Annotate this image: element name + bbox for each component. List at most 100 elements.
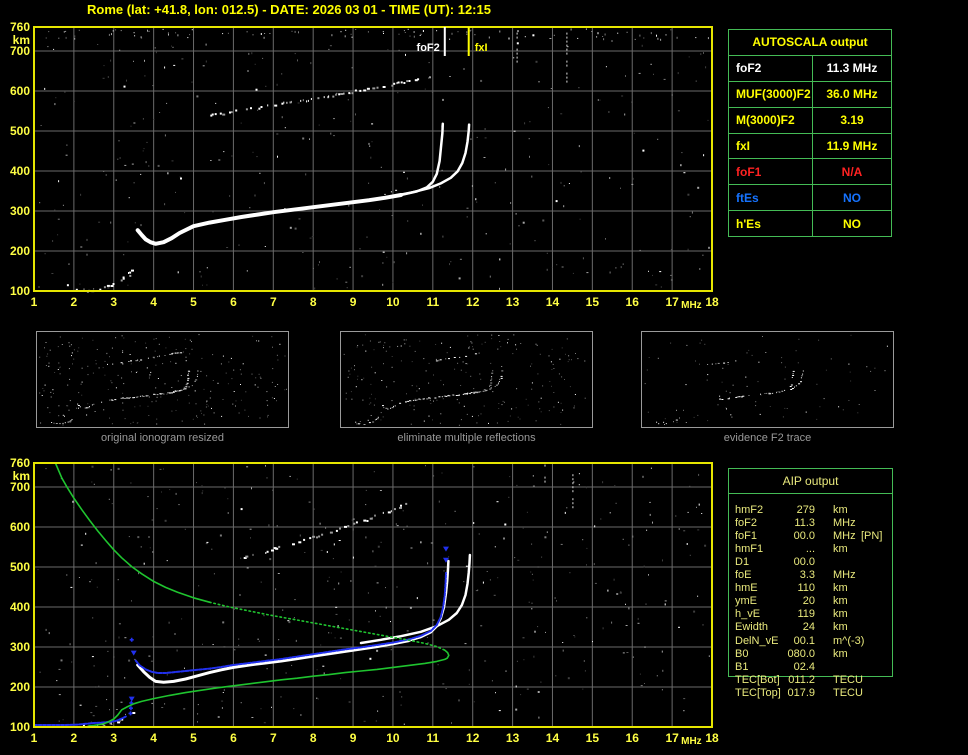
aip-unit: m^(-3) [833,634,865,647]
svg-text:200: 200 [10,244,30,258]
aip-row-fof2: foF2 11.3 MHz [729,517,892,530]
autoscala-row-fof2: foF2 11.3 MHz [729,56,891,81]
svg-text:6: 6 [230,295,237,309]
autoscala-row-hes: h'Es NO [729,210,891,237]
svg-text:3: 3 [110,295,117,309]
station-title: Rome (lat: +41.8, lon: 012.5) - DATE: 20… [87,2,491,17]
svg-text:9: 9 [350,295,357,309]
aip-row-tecbot: TEC[Bot] 011.2 TECU [729,674,892,687]
aip-unit: km [833,503,848,516]
svg-text:13: 13 [506,295,520,309]
thumbnail-2 [340,331,593,428]
thumbnail-label: evidence F2 trace [723,432,812,444]
autoscala-row-value: NO [843,190,861,205]
aip-label: ymE [735,595,757,608]
autoscala-table-header: AUTOSCALA output [729,30,891,56]
aip-label: foE [735,569,752,581]
aip-unit: TECU [833,673,863,686]
svg-text:2: 2 [71,295,78,309]
aip-label: h_vE [735,608,761,621]
aip-value: 20 [802,595,815,608]
grid [34,463,712,727]
autoscala-row-value: 3.19 [840,113,864,128]
aip-value: 00.0 [793,555,815,568]
svg-text:500: 500 [10,560,30,574]
svg-text:10: 10 [386,295,400,309]
thumbnail-label: original ionogram resized [101,432,224,444]
aip-label: foF2 [735,516,758,529]
thumbnail-image [644,334,888,425]
svg-text:12: 12 [466,295,480,309]
autoscala-row-value: NO [843,216,861,231]
autoscala-row-label: M(3000)F2 [729,107,813,133]
svg-text:5: 5 [190,295,197,309]
trace-multiple [210,76,431,117]
aip-row-fof1: foF1 00.0 MHz [PN] [729,530,892,543]
autoscala-row-label: fxI [729,133,813,159]
aip-unit: km [833,608,848,621]
aip-unit: km [833,595,848,608]
aip-unit: km [833,582,848,595]
axis-labels: 1 2 3 4 5 6 7 8 9 10 11 12 13 14 15 16 17 18MHz1002003004… [10,456,719,747]
aip-label: D1 [735,555,750,568]
autoscala-row-value: 11.9 MHz [826,139,878,153]
svg-text:7: 7 [270,731,277,745]
svg-text:18: 18 [705,295,719,309]
svg-text:100: 100 [10,284,30,298]
svg-text:200: 200 [10,680,30,694]
aip-note: [PN] [861,529,883,542]
aip-unit: TECU [833,686,863,699]
aip-value: 017.9 [787,686,815,699]
svg-text:300: 300 [10,204,30,218]
aip-row-b0: B0 080.0 km [729,648,892,661]
svg-text:16: 16 [626,295,640,309]
x-axis-unit: MHz [681,300,702,311]
trace-x [359,553,472,645]
aip-table-header: AIP output [729,469,892,494]
svg-text:foF2: foF2 [417,42,440,54]
ionogram-plot-bottom: 1 2 3 4 5 6 7 8 9 10 11 12 13 14 15 16 17 18MHz1002003004… [10,456,719,747]
svg-text:10: 10 [386,731,400,745]
svg-text:600: 600 [10,520,30,534]
aip-value: 00.1 [793,634,815,647]
autoscala-row-value: 11.3 MHz [826,61,878,76]
svg-text:8: 8 [310,295,317,309]
autoscala-window: Rome (lat: +41.8, lon: 012.5) - DATE: 20… [0,0,968,755]
aip-value: 110 [797,582,815,595]
svg-text:100: 100 [10,720,30,734]
trace-profile_top_dotted [208,601,446,651]
svg-text:15: 15 [586,731,600,745]
svg-text:9: 9 [350,731,357,745]
svg-text:760: 760 [10,456,30,470]
autoscala-table-rows: foF2 11.3 MHz MUF(3000)F2 36.0 MHz M(3000)F2… [729,56,891,237]
svg-text:17: 17 [665,731,679,745]
aip-row-foe: foE 3.3 MHz [729,569,892,582]
autoscala-row-label: MUF(3000)F2 [729,81,813,107]
aip-unit: km [833,542,848,555]
fof2-marker: foF2 [417,27,446,56]
svg-text:4: 4 [150,295,157,309]
aip-value: 080.0 [787,647,815,660]
aip-label: B1 [735,660,749,673]
autoscala-row-label: foF2 [729,56,813,81]
y-axis-unit: km [13,33,30,47]
svg-text:12: 12 [466,731,480,745]
svg-text:7: 7 [270,295,277,309]
trace-x [363,123,471,202]
aip-row-hmf1: hmF1... km [729,543,892,556]
axis-labels: 1 2 3 4 5 6 7 8 9 10 11 12 13 14 15 16 17 18MHz1002003004… [10,20,719,311]
y-axis-unit: km [13,469,30,483]
aip-value: 11.3 [794,516,815,529]
thumbnail-image [343,334,586,426]
aip-label: hmE [735,582,758,595]
autoscala-row-label: ftEs [729,185,813,211]
trace-blue_marks [128,546,449,716]
aip-row-ewidth: Ewidth 24 km [729,621,892,634]
trace-multiple [243,502,408,559]
svg-text:5: 5 [190,731,197,745]
grid [34,27,712,291]
aip-row-hve: h_vE 119 km [729,608,892,621]
aip-row-tectop: TEC[Top] 017.9 TECU [729,687,892,700]
autoscala-row-label: h'Es [729,211,813,237]
svg-text:4: 4 [150,731,157,745]
